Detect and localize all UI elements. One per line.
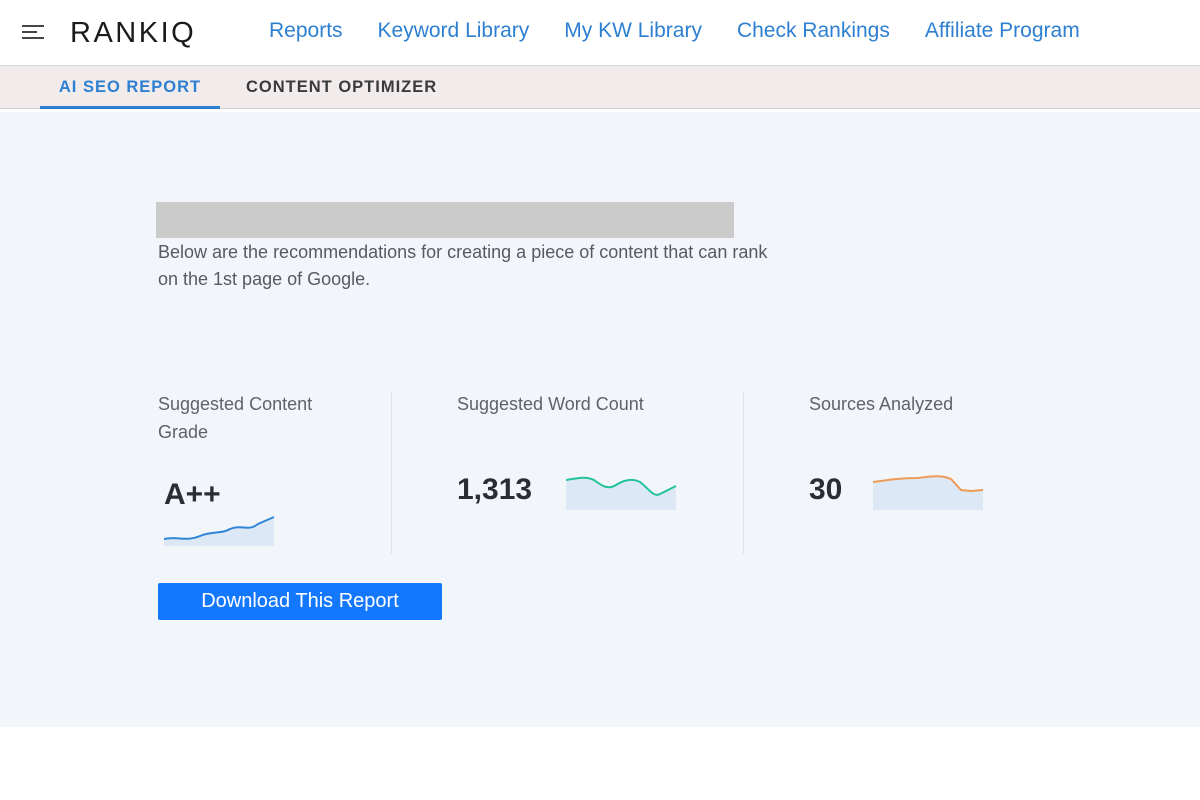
metric-divider xyxy=(391,392,392,554)
tab-ai-seo-report[interactable]: AI SEO REPORT xyxy=(40,66,220,109)
report-intro-text: Below are the recommendations for creati… xyxy=(158,242,768,289)
nav-reports[interactable]: Reports xyxy=(269,19,343,43)
grade-sparkline-icon xyxy=(164,516,275,546)
metric-word-count: Suggested Word Count xyxy=(457,390,657,418)
metric-label: Suggested Word Count xyxy=(457,394,644,414)
top-navigation-bar: RANKIQ Reports Keyword Library My KW Lib… xyxy=(0,0,1200,66)
sources-analyzed-value: 30 xyxy=(809,473,843,506)
hamburger-menu-icon[interactable] xyxy=(22,24,44,40)
word-count-sparkline-icon xyxy=(566,476,677,510)
nav-my-kw-library[interactable]: My KW Library xyxy=(564,19,702,43)
main-nav: Reports Keyword Library My KW Library Ch… xyxy=(269,19,1115,43)
nav-check-rankings[interactable]: Check Rankings xyxy=(737,19,890,43)
nav-keyword-library[interactable]: Keyword Library xyxy=(378,19,530,43)
tab-bar: AI SEO REPORT CONTENT OPTIMIZER xyxy=(0,66,1200,109)
metric-divider xyxy=(743,392,744,554)
download-report-button[interactable]: Download This Report xyxy=(158,583,442,620)
content-grade-value: A++ xyxy=(164,478,221,511)
metric-label: Suggested Content Grade xyxy=(158,394,313,442)
metric-content-grade: Suggested Content Grade xyxy=(158,390,358,446)
metric-sources-analyzed: Sources Analyzed xyxy=(809,390,1009,418)
tab-content-optimizer[interactable]: CONTENT OPTIMIZER xyxy=(246,66,437,109)
sources-sparkline-icon xyxy=(873,475,984,510)
rankiq-logo[interactable]: RANKIQ xyxy=(70,17,196,50)
logo-text: RANKIQ xyxy=(70,17,197,49)
nav-affiliate-program[interactable]: Affiliate Program xyxy=(925,19,1080,43)
report-panel: Below are the recommendations for creati… xyxy=(0,112,1200,727)
metric-label: Sources Analyzed xyxy=(809,394,954,414)
redacted-keyword-title xyxy=(156,202,734,238)
word-count-value: 1,313 xyxy=(457,473,533,506)
